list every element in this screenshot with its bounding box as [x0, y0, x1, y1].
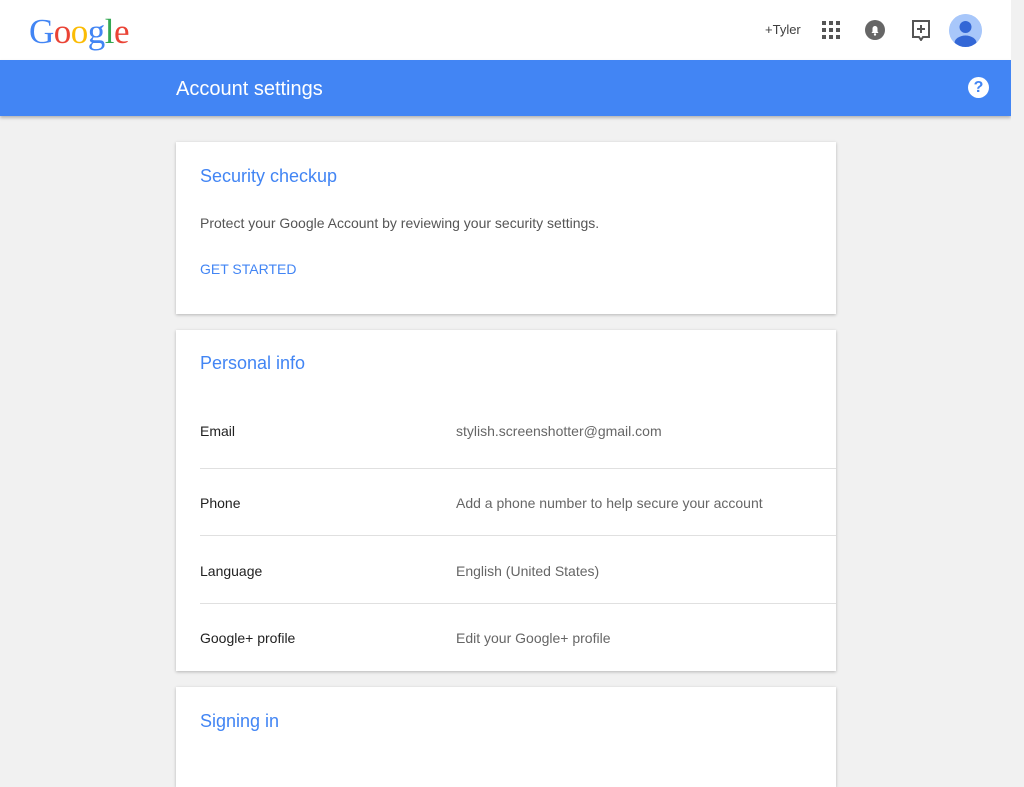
- notifications-icon[interactable]: [864, 19, 886, 41]
- logo-letter-g: G: [29, 12, 54, 51]
- logo-letter-l: l: [104, 12, 115, 51]
- page-title: Account settings: [176, 78, 323, 100]
- personal-info-card: Personal info Email stylish.screenshotte…: [176, 330, 836, 671]
- google-plus-user-link[interactable]: +Tyler: [765, 22, 801, 38]
- logo-letter-o2: o: [70, 12, 89, 51]
- security-checkup-card: Security checkup Protect your Google Acc…: [176, 142, 836, 314]
- row-value: stylish.screenshotter@gmail.com: [456, 423, 662, 439]
- signing-in-card: Signing in: [176, 687, 836, 787]
- row-divider: [200, 468, 836, 469]
- logo-letter-g2: g: [87, 12, 106, 51]
- row-value: English (United States): [456, 563, 600, 579]
- row-value: Edit your Google+ profile: [456, 630, 611, 646]
- row-divider: [200, 603, 836, 604]
- row-label: Google+ profile: [200, 630, 296, 646]
- row-divider: [200, 535, 836, 536]
- logo-letter-e: e: [114, 12, 130, 51]
- apps-grid-icon[interactable]: [821, 20, 841, 40]
- account-settings-title-bar: Account settings ?: [0, 60, 1011, 116]
- row-value: Add a phone number to help secure your a…: [456, 495, 763, 511]
- help-icon[interactable]: ?: [968, 77, 989, 98]
- row-label: Phone: [200, 495, 241, 511]
- google-logo[interactable]: Google: [29, 12, 130, 52]
- security-checkup-title: Security checkup: [200, 166, 338, 186]
- signing-in-title: Signing in: [200, 711, 280, 731]
- logo-letter-o1: o: [53, 12, 72, 51]
- scrollbar-track[interactable]: [1011, 0, 1024, 768]
- row-label: Email: [200, 423, 236, 439]
- top-app-bar: Google +Tyler: [0, 0, 1011, 60]
- share-icon[interactable]: [910, 19, 932, 41]
- account-avatar[interactable]: [949, 14, 982, 47]
- personal-info-title: Personal info: [200, 353, 306, 373]
- security-checkup-description: Protect your Google Account by reviewing…: [200, 215, 600, 231]
- row-label: Language: [200, 563, 263, 579]
- get-started-link[interactable]: GET STARTED: [200, 260, 296, 278]
